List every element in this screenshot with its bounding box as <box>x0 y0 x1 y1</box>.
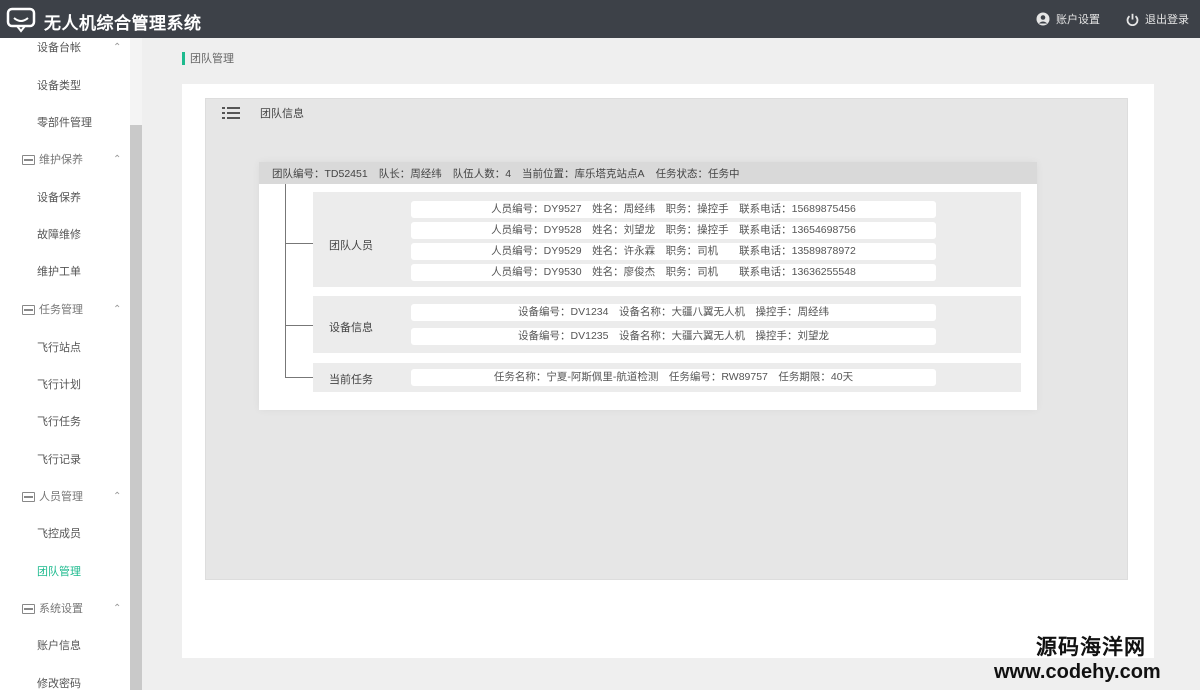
sidebar-item-label: 修改密码 <box>37 678 81 690</box>
user-icon <box>1036 12 1050 26</box>
sidebar-item-flight-members[interactable]: 飞控成员 <box>0 521 130 547</box>
team-task-status: 任务状态：任务中 <box>655 167 740 180</box>
sidebar-item-device-type[interactable]: 设备类型 <box>0 73 130 99</box>
account-settings-label: 账户设置 <box>1056 14 1100 26</box>
sidebar-item-team-management[interactable]: 团队管理 <box>0 559 130 585</box>
watermark-title: 源码海洋网 <box>1036 636 1146 659</box>
sidebar-item-work-order[interactable]: 维护工单 <box>0 259 130 285</box>
sidebar-item-device-ledger[interactable]: 设备台帐 ⌃ <box>0 38 130 61</box>
sidebar: 设备台帐 ⌃ 设备类型 零部件管理 维护保养 ⌃ 设备保养 故障维修 维护工单 … <box>0 38 142 690</box>
tree-connector-members <box>285 243 313 244</box>
chevron-up-icon: ⌃ <box>113 304 122 315</box>
power-icon <box>1126 13 1139 26</box>
breadcrumb-label: 团队管理 <box>190 53 234 65</box>
watermark-url: www.codehy.com <box>994 661 1161 683</box>
chevron-up-icon: ⌃ <box>113 603 122 614</box>
sidebar-item-label: 飞行任务 <box>37 416 81 428</box>
sidebar-item-label: 故障维修 <box>37 229 81 241</box>
sidebar-item-change-password[interactable]: 修改密码 <box>0 671 130 690</box>
sidebar-item-label: 维护工单 <box>37 266 81 278</box>
menu-group-icon <box>22 492 35 502</box>
sidebar-group-label: 任务管理 <box>39 304 83 316</box>
team-leader: 队长：周经纬 <box>378 167 442 180</box>
sidebar-item-label: 团队管理 <box>37 566 81 578</box>
sidebar-item-flight-sites[interactable]: 飞行站点 <box>0 335 130 361</box>
chevron-up-icon: ⌃ <box>113 154 122 165</box>
breadcrumb: 团队管理 <box>182 50 234 66</box>
sidebar-item-flight-plan[interactable]: 飞行计划 <box>0 372 130 398</box>
sidebar-group-label: 系统设置 <box>39 603 83 615</box>
device-row: 设备编号：DV1235 设备名称：大疆六翼无人机 操控手：刘望龙 <box>411 328 936 345</box>
sidebar-group-personnel[interactable]: 人员管理 ⌃ <box>0 484 130 510</box>
sidebar-item-label: 飞行记录 <box>37 454 81 466</box>
tree-connector-vertical <box>285 184 286 377</box>
sidebar-item-device-maintenance[interactable]: 设备保养 <box>0 185 130 211</box>
devices-section: 设备信息 设备编号：DV1234 设备名称：大疆八翼无人机 操控手：周经纬 设备… <box>313 296 1021 353</box>
sidebar-group-tasks[interactable]: 任务管理 ⌃ <box>0 297 130 323</box>
menu-group-icon <box>22 305 35 315</box>
sidebar-item-label: 飞行计划 <box>37 379 81 391</box>
sidebar-group-maintenance[interactable]: 维护保养 ⌃ <box>0 147 130 173</box>
members-section: 团队人员 人员编号：DY9527 姓名：周经纬 职务：操控手 联系电话：1568… <box>313 192 1021 287</box>
sidebar-item-label: 飞行站点 <box>37 342 81 354</box>
breadcrumb-accent-bar <box>182 51 185 65</box>
sidebar-item-flight-records[interactable]: 飞行记录 <box>0 447 130 473</box>
team-summary-bar: 团队编号：TD52451 队长：周经纬 队伍人数：4 当前位置：库乐塔克站点A … <box>259 162 1037 184</box>
panel-title: 团队信息 <box>260 108 304 120</box>
sidebar-scrollbar-thumb[interactable] <box>130 125 142 690</box>
task-row: 任务名称：宁夏-阿斯佩里-航道检测 任务编号：RW89757 任务期限：40天 <box>411 369 936 386</box>
members-label: 团队人员 <box>329 240 373 252</box>
member-row: 人员编号：DY9528 姓名：刘望龙 职务：操控手 联系电话：136546987… <box>411 222 936 239</box>
team-id: 团队编号：TD52451 <box>272 167 368 180</box>
account-settings-button[interactable]: 账户设置 <box>1036 11 1100 27</box>
logout-label: 退出登录 <box>1145 14 1189 26</box>
sidebar-item-label: 设备台帐 <box>37 42 81 54</box>
sidebar-item-label: 账户信息 <box>37 640 81 652</box>
sidebar-item-label: 设备保养 <box>37 192 81 204</box>
sidebar-group-label: 人员管理 <box>39 491 83 503</box>
current-task-section: 当前任务 任务名称：宁夏-阿斯佩里-航道检测 任务编号：RW89757 任务期限… <box>313 363 1021 392</box>
sidebar-item-label: 设备类型 <box>37 80 81 92</box>
device-row: 设备编号：DV1234 设备名称：大疆八翼无人机 操控手：周经纬 <box>411 304 936 321</box>
current-task-label: 当前任务 <box>329 374 373 386</box>
sidebar-item-account-info[interactable]: 账户信息 <box>0 633 130 659</box>
menu-group-icon <box>22 604 35 614</box>
tree-connector-devices <box>285 325 313 326</box>
team-size: 队伍人数：4 <box>452 167 512 180</box>
member-row: 人员编号：DY9527 姓名：周经纬 职务：操控手 联系电话：156898754… <box>411 201 936 218</box>
member-row: 人员编号：DY9529 姓名：许永霖 职务：司机 联系电话：1358987897… <box>411 243 936 260</box>
top-bar: 无人机综合管理系统 账户设置 退出登录 <box>0 0 1200 38</box>
menu-group-icon <box>22 155 35 165</box>
sidebar-item-flight-tasks[interactable]: 飞行任务 <box>0 409 130 435</box>
sidebar-group-system[interactable]: 系统设置 ⌃ <box>0 596 130 622</box>
list-icon <box>222 107 240 119</box>
chevron-up-icon: ⌃ <box>113 491 122 502</box>
devices-label: 设备信息 <box>329 322 373 334</box>
sidebar-item-fault-repair[interactable]: 故障维修 <box>0 222 130 248</box>
chevron-up-icon[interactable]: ⌃ <box>113 38 121 61</box>
team-location: 当前位置：库乐塔克站点A <box>522 167 645 180</box>
app-title: 无人机综合管理系统 <box>44 14 202 33</box>
member-row: 人员编号：DY9530 姓名：廖俊杰 职务：司机 联系电话：1363625554… <box>411 264 936 281</box>
panel-header: 团队信息 <box>205 98 1128 128</box>
tree-connector-task <box>285 377 313 378</box>
sidebar-item-label: 零部件管理 <box>37 117 92 129</box>
sidebar-group-label: 维护保养 <box>39 154 83 166</box>
logout-button[interactable]: 退出登录 <box>1126 11 1189 27</box>
sidebar-item-parts[interactable]: 零部件管理 <box>0 110 130 136</box>
sidebar-item-label: 飞控成员 <box>37 528 81 540</box>
logo-icon <box>6 7 36 33</box>
